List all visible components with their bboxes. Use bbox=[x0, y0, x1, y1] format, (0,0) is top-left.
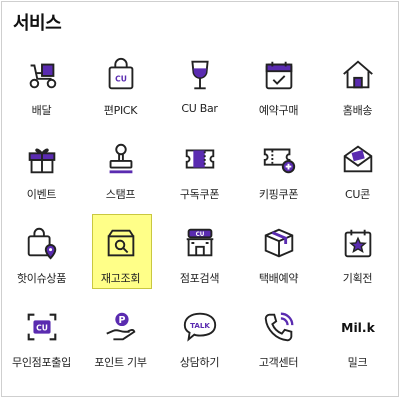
home-icon bbox=[338, 55, 378, 95]
service-label: CU Bar bbox=[181, 102, 218, 115]
phone-icon bbox=[259, 307, 299, 347]
talk-bubble-icon: TALK bbox=[180, 307, 220, 347]
section-title: 서비스 bbox=[13, 13, 62, 34]
calendar-star-icon bbox=[338, 223, 378, 263]
svg-text:Mil.k: Mil.k bbox=[341, 321, 375, 335]
service-label: 편PICK bbox=[103, 104, 138, 117]
stamp-icon bbox=[101, 139, 141, 179]
service-label: 고객센터 bbox=[258, 356, 299, 369]
store-icon: CU bbox=[180, 223, 220, 263]
service-keeping-coupon[interactable]: 키핑쿠폰 bbox=[239, 136, 318, 220]
service-label: 키핑쿠폰 bbox=[258, 188, 299, 201]
service-stamp[interactable]: 스탬프 bbox=[81, 136, 160, 220]
service-label: CU콘 bbox=[345, 188, 370, 201]
service-label: 점포검색 bbox=[179, 272, 220, 285]
calendar-check-icon bbox=[259, 55, 299, 95]
bag-location-icon bbox=[22, 223, 62, 263]
service-cu-bar[interactable]: CU Bar bbox=[160, 52, 239, 136]
svg-text:TALK: TALK bbox=[190, 321, 210, 330]
svg-text:P: P bbox=[118, 315, 125, 326]
coupon-add-icon bbox=[259, 139, 299, 179]
service-label: 예약구매 bbox=[258, 104, 299, 117]
wine-glass-icon bbox=[180, 55, 220, 95]
parcel-icon bbox=[259, 223, 299, 263]
service-stock-check[interactable]: 재고조회 bbox=[81, 214, 160, 304]
service-label: 택배예약 bbox=[258, 272, 299, 285]
service-label: 밀크 bbox=[347, 356, 368, 369]
service-label: 이벤트 bbox=[26, 188, 57, 201]
service-milk[interactable]: Mil.k 밀크 bbox=[318, 304, 397, 388]
service-label: 기획전 bbox=[342, 272, 373, 285]
service-label: 배달 bbox=[31, 104, 52, 117]
service-reservation[interactable]: 예약구매 bbox=[239, 52, 318, 136]
service-consultation[interactable]: TALK 상담하기 bbox=[160, 304, 239, 388]
service-home-delivery[interactable]: 홈배송 bbox=[318, 52, 397, 136]
service-hot-issue[interactable]: 핫이슈상품 bbox=[2, 220, 81, 304]
service-label: 구독쿠폰 bbox=[179, 188, 220, 201]
service-label: 스탬프 bbox=[105, 188, 136, 201]
point-donate-icon: P bbox=[101, 307, 141, 347]
service-label: 상담하기 bbox=[179, 356, 220, 369]
svg-text:CU: CU bbox=[195, 232, 204, 238]
service-label: 홈배송 bbox=[342, 104, 373, 117]
delivery-scooter-icon bbox=[22, 55, 62, 95]
gift-box-icon bbox=[22, 139, 62, 179]
service-pick[interactable]: CU 편PICK bbox=[81, 52, 160, 136]
service-store-search[interactable]: CU 점포검색 bbox=[160, 220, 239, 304]
cu-scan-icon: CU bbox=[22, 307, 62, 347]
milk-logo-icon: Mil.k bbox=[338, 307, 378, 347]
svg-text:CU: CU bbox=[115, 75, 127, 84]
service-unmanned-store[interactable]: CU 무인점포출입 bbox=[2, 304, 81, 388]
service-point-donation[interactable]: P 포인트 기부 bbox=[81, 304, 160, 388]
service-label: 재고조회 bbox=[100, 272, 141, 285]
service-promotion[interactable]: 기획전 bbox=[318, 220, 397, 304]
service-parcel-reservation[interactable]: 택배예약 bbox=[239, 220, 318, 304]
service-label: 핫이슈상품 bbox=[16, 272, 67, 285]
service-cu-con[interactable]: CU콘 bbox=[318, 136, 397, 220]
service-delivery[interactable]: 배달 bbox=[2, 52, 81, 136]
svg-text:CU: CU bbox=[36, 323, 48, 332]
service-subscription-coupon[interactable]: 구독쿠폰 bbox=[160, 136, 239, 220]
cu-shopping-bag-icon: CU bbox=[101, 55, 141, 95]
service-grid: 배달 CU 편PICK CU Bar 예약구매 홈배송 이벤트 스탬프 구독쿠폰… bbox=[2, 52, 398, 388]
service-event[interactable]: 이벤트 bbox=[2, 136, 81, 220]
coupon-ticket-icon bbox=[180, 139, 220, 179]
service-customer-center[interactable]: 고객센터 bbox=[239, 304, 318, 388]
box-search-icon bbox=[101, 223, 141, 263]
services-panel: 서비스 배달 CU 편PICK CU Bar 예약구매 홈배송 이벤트 스탬프 … bbox=[1, 1, 399, 397]
envelope-icon bbox=[338, 139, 378, 179]
service-label: 포인트 기부 bbox=[94, 356, 147, 369]
service-label: 무인점포출입 bbox=[12, 356, 71, 369]
